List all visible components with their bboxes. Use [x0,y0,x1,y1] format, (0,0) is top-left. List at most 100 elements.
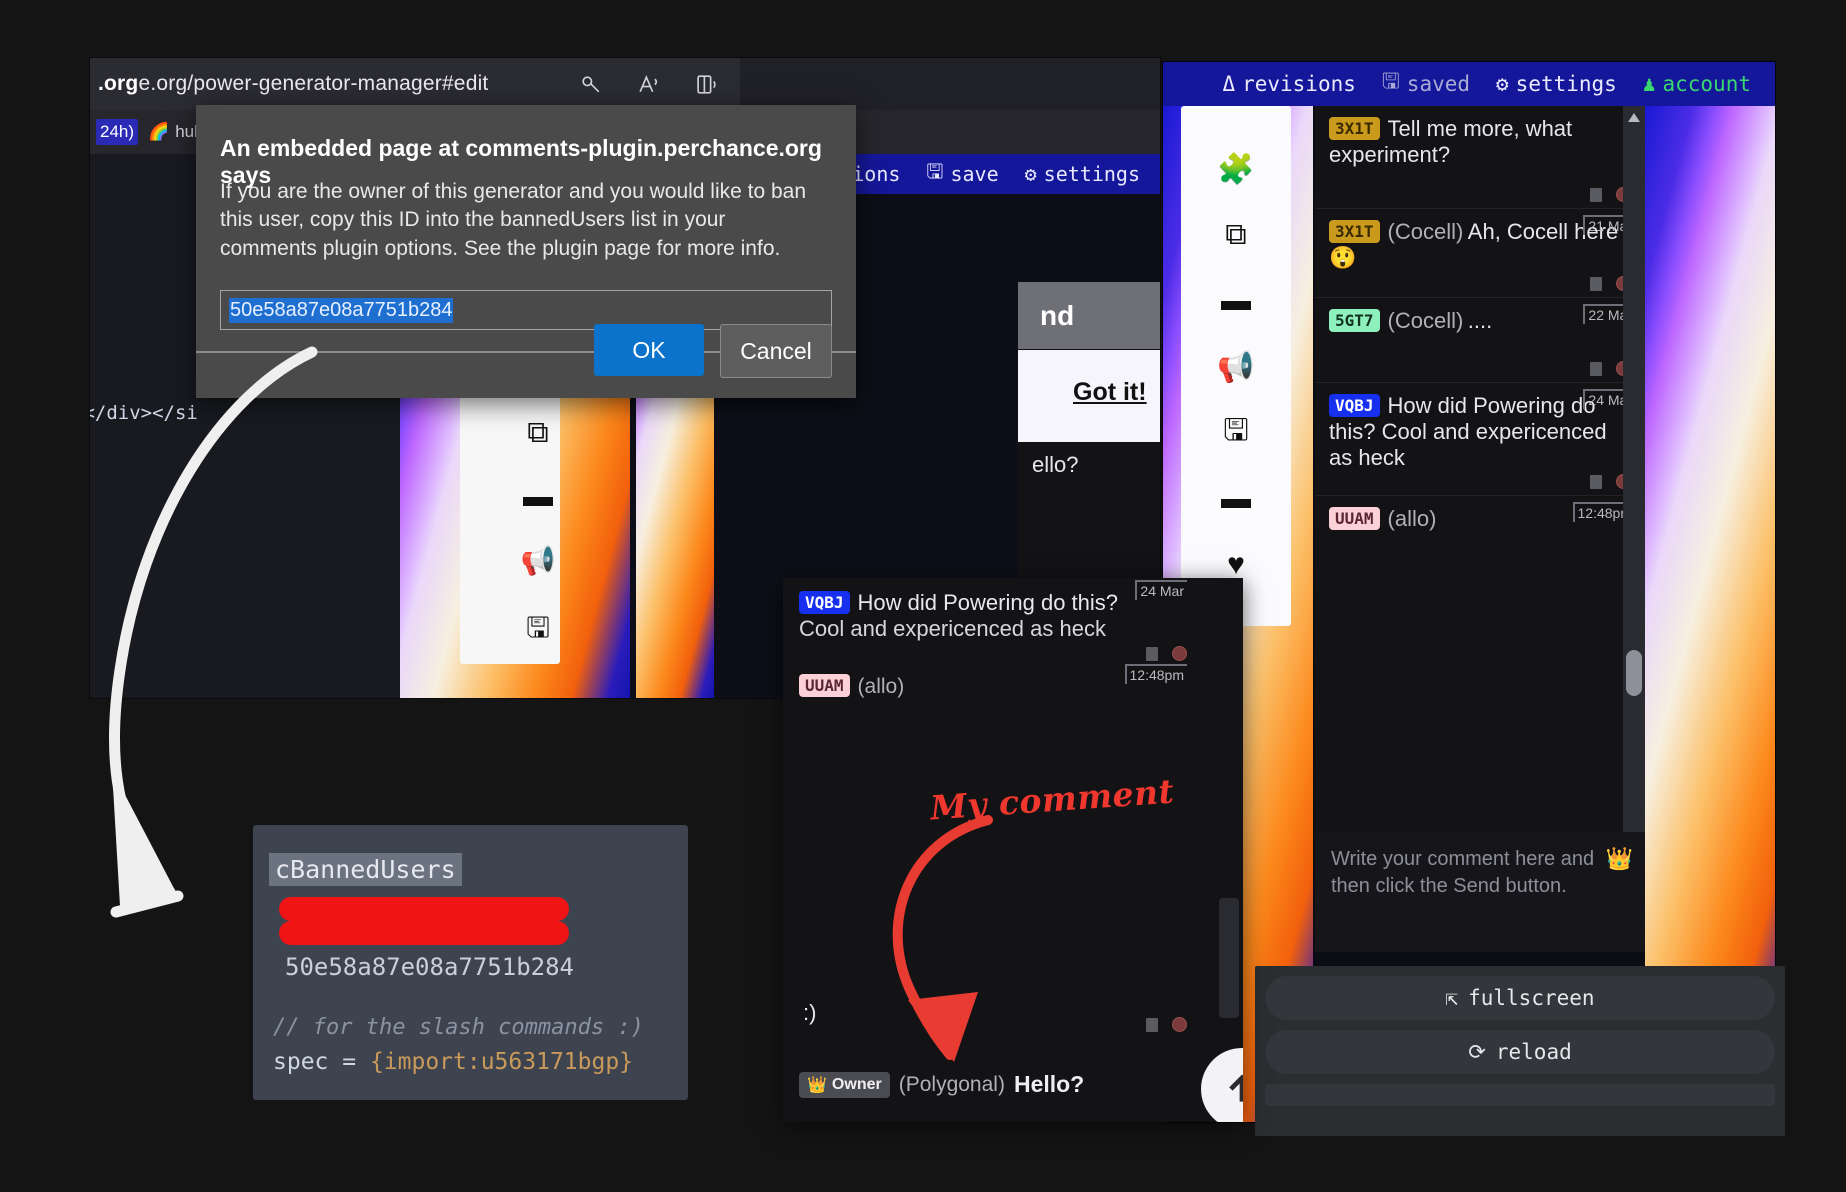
right-topbar-saved[interactable]: 🖫 saved [1382,67,1470,102]
right-comment-input[interactable]: Write your comment here and then click t… [1315,832,1645,952]
generator-send-bar: nd [1018,282,1160,349]
address-bar-text[interactable]: .orge.org/power-generator-manager#edit [98,72,488,96]
comment-author: (Cocell) [1387,219,1464,244]
key-icon[interactable] [562,58,620,110]
user-id-badge[interactable]: 3X1T [1329,117,1380,140]
user-id-badge[interactable]: 5GT7 [1329,309,1380,332]
embed-sidebar-icons: ⧉ ▬ 📢 🖫 [508,416,568,655]
crown-icon: 👑 [1605,846,1633,871]
scrollbar-thumb[interactable] [1626,650,1642,696]
delta-icon: Δ [1222,72,1236,96]
popup-owner-comment: 👑 Owner (Polygonal) Hello? [799,1071,1084,1098]
delete-icon[interactable] [1590,187,1602,202]
send-button-partial[interactable]: nd [1040,300,1074,332]
cancel-button[interactable]: Cancel [720,324,832,378]
popup-scrollbar[interactable] [1219,898,1239,1018]
topbar-save[interactable]: 🖫 save [926,157,998,191]
popup-timestamp-top: 24 Mar [1135,580,1187,600]
immersive-reader-icon[interactable] [678,58,736,110]
save-icon: 🖫 [1381,68,1400,93]
crown-icon: 👑 [807,1076,827,1094]
delete-icon[interactable] [1590,276,1602,291]
user-id-badge[interactable]: VQBJ [1329,394,1380,417]
popup-line1-text: How did Powering do this? [857,590,1119,615]
user-id-badge[interactable]: VQBJ [799,591,850,614]
fullscreen-icon: ⇱ [1445,986,1459,1010]
code-spec-line: spec = {import:u563171bgp} [273,1049,633,1075]
popup-bottom-actions[interactable] [1146,1017,1187,1032]
user-id-badge[interactable]: UUAM [1329,507,1380,530]
dialog-message: If you are the owner of this generator a… [220,180,807,260]
right-topbar-settings[interactable]: ⚙ settings [1496,72,1617,96]
popup-smile-text: :) [803,1000,817,1025]
got-it-link[interactable]: Got it! [1073,378,1147,407]
popup-owner-text: Hello? [1013,1071,1085,1097]
minus-icon[interactable]: ▬ [523,480,553,514]
ok-button[interactable]: OK [594,324,704,376]
got-it-banner: Got it! [1018,350,1160,442]
owner-badge-label: Owner [831,1075,882,1093]
browser-toolbar: .orge.org/power-generator-manager#edit [90,58,1160,110]
context-menu-item-reload[interactable]: ⟳ reload [1265,1030,1775,1074]
rainbow-icon: 🌈 [148,122,170,141]
popup-uuam-author: (allo) [857,675,905,698]
context-menu-item-fullscreen[interactable]: ⇱ fullscreen [1265,976,1775,1020]
code-snippet-box: cBannedUsers 50e58a87e08a7751b284 // for… [253,825,688,1100]
right-panel-comments-list: 3X1T Tell me more, what experiment? 21 Ma… [1315,106,1645,886]
copy-icon[interactable]: ⧉ [1225,202,1246,268]
comment-item: 12:48pm UUAM(allo) :) [1315,496,1645,886]
right-topbar-account[interactable]: ♟ account [1643,72,1751,96]
owner-badge: 👑 Owner [799,1071,890,1098]
save-disk-icon[interactable]: 🖫 [1223,400,1249,466]
save-disk-icon[interactable]: 🖫 [526,607,550,655]
right-generator-window: Δ revisions 🖫 saved ⚙ settings ♟ account… [1163,62,1775,1122]
topbar-settings-label: settings [1043,162,1140,186]
user-id-badge[interactable]: UUAM [799,674,850,697]
minus-icon-2[interactable]: ▬ [1221,466,1251,532]
code-keyword: cBannedUsers [269,853,462,886]
scroll-to-top-button[interactable] [1201,1048,1243,1122]
comment-author: (allo) [1387,506,1437,531]
context-menu-reload-label: reload [1495,1040,1572,1064]
redacted-line-2 [279,921,569,945]
comment-item: 24 Mar VQBJ How did Powering do this? Coo… [1315,383,1645,496]
address-path: e.org/power-generator-manager#edit [138,72,489,95]
puzzle-piece-icon[interactable]: 🧩 [1217,136,1254,202]
context-menu-fullscreen-label: fullscreen [1468,986,1595,1010]
minus-icon[interactable]: ▬ [1221,268,1251,334]
context-menu: ⇱ fullscreen ⟳ reload [1255,966,1785,1136]
delete-icon[interactable] [1590,361,1602,376]
ban-user-icon[interactable] [1172,646,1187,661]
delete-icon[interactable] [1146,646,1158,661]
gear-icon: ⚙ [1496,72,1509,96]
read-aloud-icon[interactable] [620,58,678,110]
comment-author: (Cocell) [1387,308,1464,333]
user-id-badge[interactable]: 3X1T [1329,220,1380,243]
right-topbar-revisions[interactable]: Δ revisions [1222,72,1355,96]
topbar-settings[interactable]: ⚙ settings [1025,162,1140,186]
popup-comment-actions[interactable] [1146,646,1187,661]
delete-icon[interactable] [1146,1017,1158,1032]
bookmark-item-0[interactable]: 24h) [96,119,139,145]
person-icon: ♟ [1642,72,1656,96]
page-code-fragment: }</div></si [90,402,198,424]
save-icon: 🖫 [926,159,944,183]
code-spec-prefix: spec = [273,1049,370,1075]
right-panel-topbar: Δ revisions 🖫 saved ⚙ settings ♟ account [1163,62,1775,106]
delete-icon[interactable] [1590,474,1602,489]
context-menu-extra-strip[interactable] [1265,1084,1775,1106]
copy-icon[interactable]: ⧉ [527,416,548,450]
comment-text: ello? [1032,452,1079,477]
code-comment: // for the slash commands :) [273,1015,644,1040]
popup-owner-author: (Polygonal) [898,1072,1005,1096]
redacted-line-1 [279,897,569,921]
ban-user-icon[interactable] [1172,1017,1187,1032]
center-comment-popup: VQBJ How did Powering do this? Cool and e… [783,578,1243,1122]
megaphone-icon[interactable]: 📢 [1217,334,1254,400]
scroll-up-arrow[interactable] [1626,110,1642,126]
comment-item: 3X1T Tell me more, what experiment? [1315,106,1645,209]
topbar-save-label: save [950,162,999,186]
right-comments-scrollbar[interactable] [1623,106,1645,886]
address-domain: .org [98,72,139,95]
megaphone-icon[interactable]: 📢 [521,544,556,577]
